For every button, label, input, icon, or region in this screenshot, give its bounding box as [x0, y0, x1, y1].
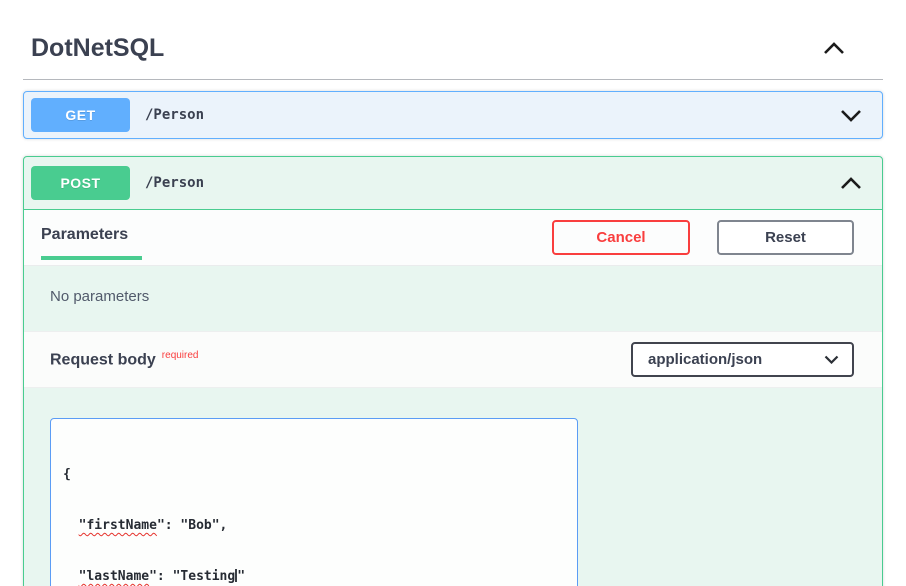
post-method-badge: POST — [31, 166, 130, 200]
request-body-label: Request body — [50, 351, 156, 368]
expand-get-button[interactable] — [840, 109, 862, 122]
get-method-badge: GET — [31, 98, 130, 132]
reset-button[interactable]: Reset — [717, 220, 854, 255]
json-line: { — [63, 466, 565, 483]
try-out-buttons: Cancel Reset — [552, 220, 854, 255]
tag-section-header[interactable]: DotNetSQL — [23, 0, 883, 80]
misspelled-key: "lastName — [79, 569, 149, 584]
chevron-down-icon — [824, 355, 839, 364]
request-body-editor[interactable]: { "firstName": "Bob", "lastName": "Testi… — [50, 418, 578, 586]
post-path: /Person — [145, 175, 204, 191]
media-type-select[interactable]: application/json — [631, 342, 854, 377]
request-body-title: Request body required — [50, 350, 199, 369]
post-opblock-header[interactable]: POST /Person — [24, 157, 882, 210]
get-path: /Person — [145, 107, 204, 123]
opblock-post-person: POST /Person Parameters Cancel Reset No … — [23, 156, 883, 586]
swagger-page: DotNetSQL GET /Person POST /Person — [0, 0, 906, 586]
body-editor-section: { "firstName": "Bob", "lastName": "Testi… — [24, 388, 882, 586]
misspelled-key: "firstName — [79, 518, 157, 533]
tab-parameters-label: Parameters — [41, 226, 128, 244]
chevron-down-icon — [840, 109, 862, 122]
api-tag-title: DotNetSQL — [31, 34, 164, 63]
json-line: "lastName": "Testing" — [63, 568, 565, 585]
collapse-post-button[interactable] — [840, 177, 862, 190]
required-badge: required — [162, 350, 199, 361]
collapse-tag-button[interactable] — [823, 42, 845, 55]
chevron-up-icon — [823, 42, 845, 55]
media-type-value: application/json — [648, 351, 762, 368]
cancel-button[interactable]: Cancel — [552, 220, 690, 255]
no-parameters-text: No parameters — [24, 266, 882, 331]
request-body-section-header: Request body required application/json — [24, 331, 882, 388]
chevron-up-icon — [840, 177, 862, 190]
opblock-get-person[interactable]: GET /Person — [23, 91, 883, 139]
parameters-section-header: Parameters Cancel Reset — [24, 210, 882, 266]
json-line: "firstName": "Bob", — [63, 517, 565, 534]
tab-parameters[interactable]: Parameters — [41, 210, 142, 260]
